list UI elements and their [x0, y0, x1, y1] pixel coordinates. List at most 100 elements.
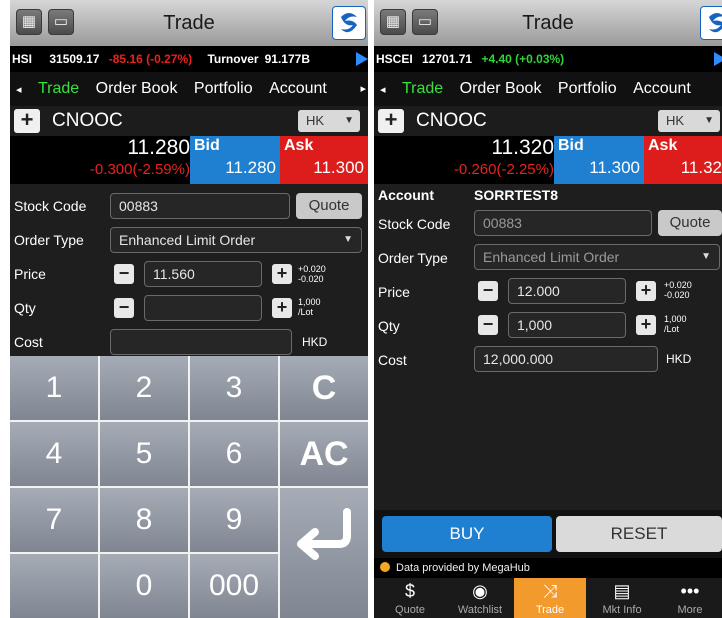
key-all-clear[interactable]: AC: [280, 422, 368, 486]
quote-button[interactable]: Quote: [296, 193, 362, 219]
tab-quote-label: Quote: [395, 604, 425, 616]
tab-order-book[interactable]: Order Book: [96, 72, 178, 106]
ask-box[interactable]: Ask 11.300: [280, 136, 368, 184]
market-value: HK: [666, 113, 685, 128]
price-decrement-button[interactable]: −: [478, 281, 498, 301]
order-type-select[interactable]: Enhanced Limit Order ▼: [110, 227, 362, 253]
eye-icon: ◉: [472, 581, 488, 601]
chevron-down-icon: ▼: [704, 115, 714, 126]
stock-code-input[interactable]: 00883: [110, 193, 290, 219]
tab-mkt-info[interactable]: ▤ Mkt Info: [586, 578, 658, 618]
tab-order-book[interactable]: Order Book: [460, 72, 542, 106]
nav-left-arrow-icon[interactable]: ◂: [16, 73, 22, 106]
key-9[interactable]: 9: [190, 488, 278, 552]
key-0[interactable]: 0: [100, 554, 188, 618]
enter-key[interactable]: [280, 488, 368, 618]
key-3[interactable]: 3: [190, 356, 278, 420]
last-price: 11.280: [127, 136, 190, 159]
buy-button[interactable]: BUY: [382, 516, 552, 552]
add-stock-button[interactable]: +: [14, 109, 40, 133]
price-tick-down: -0.020: [664, 290, 690, 300]
bottom-tab-bar: $ Quote ◉ Watchlist ⤨ Trade ▤ Mkt Info •…: [374, 578, 722, 618]
tab-account[interactable]: Account: [269, 72, 327, 106]
bid-box[interactable]: Bid 11.280: [190, 136, 280, 184]
price-increment-button[interactable]: +: [636, 281, 656, 301]
key-000[interactable]: 000: [190, 554, 278, 618]
tab-watchlist[interactable]: ◉ Watchlist: [444, 578, 516, 618]
qty-input[interactable]: 1,000: [508, 312, 626, 338]
order-type-label: Order Type: [378, 250, 448, 266]
lot-unit: /Lot: [664, 324, 680, 334]
ask-label: Ask: [284, 137, 314, 154]
price-input[interactable]: 12.000: [508, 278, 626, 304]
play-icon[interactable]: [714, 52, 722, 66]
qty-decrement-button[interactable]: −: [114, 298, 134, 318]
cost-field: 12,000.000: [474, 346, 658, 372]
key-5[interactable]: 5: [100, 422, 188, 486]
tab-portfolio[interactable]: Portfolio: [194, 72, 253, 106]
price-label: Price: [378, 284, 410, 300]
bid-box[interactable]: Bid 11.300: [554, 136, 644, 184]
price-change: -0.260(-2.25%): [453, 161, 554, 178]
tab-more[interactable]: ••• More: [658, 578, 722, 618]
page-title: Trade: [522, 12, 574, 34]
numeric-keypad: 1 2 3 C 4 5 6 AC 7 8 9 0 000: [10, 356, 368, 618]
add-stock-button[interactable]: +: [378, 109, 404, 133]
data-provider-note: Data provided by MegaHub: [374, 558, 722, 578]
tab-portfolio[interactable]: Portfolio: [558, 72, 617, 106]
qty-increment-button[interactable]: +: [636, 315, 656, 335]
key-7[interactable]: 7: [10, 488, 98, 552]
market-value: HK: [306, 113, 325, 128]
index-ticker: HSI 31509.17 -85.16 (-0.27%) Turnover 91.…: [10, 46, 368, 72]
market-select[interactable]: HK ▼: [298, 110, 360, 132]
info-icon: [380, 562, 390, 572]
key-1[interactable]: 1: [10, 356, 98, 420]
quote-button[interactable]: Quote: [658, 210, 722, 236]
nav-tabs: ◂ Trade Order Book Portfolio Account: [374, 72, 722, 106]
tab-trade-label: Trade: [535, 604, 565, 616]
order-form: Account SORRTEST8 Stock Code 00883 Quote…: [374, 184, 722, 510]
key-clear[interactable]: C: [280, 356, 368, 420]
index-name: HSI: [12, 52, 33, 66]
price-label: Price: [14, 266, 46, 282]
tab-account[interactable]: Account: [633, 72, 691, 106]
price-tick-down: -0.020: [298, 274, 324, 284]
qty-decrement-button[interactable]: −: [478, 315, 498, 335]
nav-right-arrow-icon[interactable]: ▸: [360, 72, 366, 106]
nav-left-arrow-icon[interactable]: ◂: [380, 73, 386, 106]
key-2[interactable]: 2: [100, 356, 188, 420]
price-increment-button[interactable]: +: [272, 264, 292, 284]
market-select[interactable]: HK ▼: [658, 110, 720, 132]
key-8[interactable]: 8: [100, 488, 188, 552]
index-value: 31509.17: [49, 52, 100, 66]
brand-logo-icon: [332, 6, 366, 40]
price-input[interactable]: 11.560: [144, 261, 262, 287]
index-name: HSCEI: [376, 52, 413, 66]
qty-input[interactable]: [144, 295, 262, 321]
tab-quote[interactable]: $ Quote: [374, 578, 446, 618]
index-ticker: HSCEI 12701.71 +4.40 (+0.03%): [374, 46, 722, 72]
index-value: 12701.71: [422, 52, 473, 66]
tab-trade-bottom[interactable]: ⤨ Trade: [514, 578, 586, 618]
qty-increment-button[interactable]: +: [272, 298, 292, 318]
currency-label: HKD: [302, 335, 328, 349]
currency-label: HKD: [666, 352, 692, 366]
reset-button[interactable]: RESET: [556, 516, 722, 552]
chevron-down-icon: ▼: [344, 115, 354, 126]
tab-trade[interactable]: Trade: [402, 72, 443, 106]
stock-code-input[interactable]: 00883: [474, 210, 652, 236]
order-type-select[interactable]: Enhanced Limit Order ▼: [474, 244, 720, 270]
ask-label: Ask: [648, 137, 678, 154]
price-tick-up: +0.020: [664, 280, 692, 290]
ask-price: 11.32: [680, 158, 722, 177]
key-6[interactable]: 6: [190, 422, 278, 486]
cost-label: Cost: [378, 352, 407, 368]
ask-box[interactable]: Ask 11.32: [644, 136, 722, 184]
price-decrement-button[interactable]: −: [114, 264, 134, 284]
key-4[interactable]: 4: [10, 422, 98, 486]
price-tick-up: +0.020: [298, 264, 326, 274]
tab-trade[interactable]: Trade: [38, 72, 79, 106]
play-icon[interactable]: [356, 52, 368, 66]
right-screen: ▦ ▭ Trade HSCEI 12701.71 +4.40 (+0.03%) …: [374, 0, 722, 618]
stock-name: CNOOC: [416, 110, 487, 131]
